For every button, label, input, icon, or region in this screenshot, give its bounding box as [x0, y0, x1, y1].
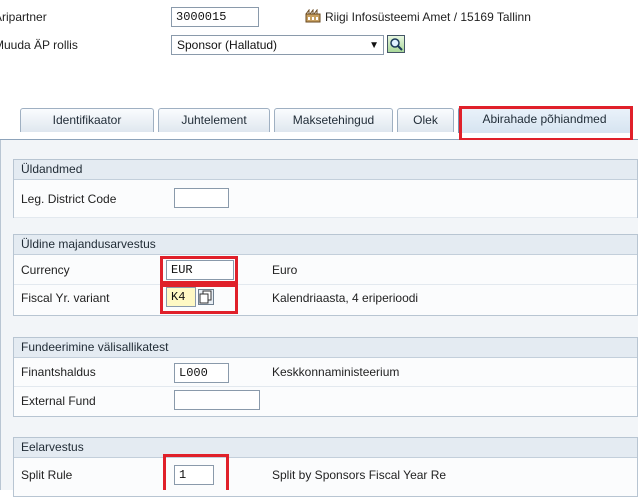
section-title: Eelarvestus: [14, 438, 637, 458]
section-title: Fundeerimine välisallikatest: [14, 338, 637, 358]
fiscal-row: Fiscal Yr. variant K4 Kalendriaasta, 4 e…: [14, 284, 637, 315]
role-value: Sponsor (Hallatud): [177, 38, 278, 52]
magnify-icon: [390, 38, 403, 51]
external-fund-row: External Fund: [14, 386, 637, 416]
section-title: Üldine majandusarvestus: [14, 235, 637, 255]
section-finance: Üldine majandusarvestus Currency EUR Eur…: [13, 234, 638, 316]
building-icon: [305, 8, 321, 23]
tab-juhtelement[interactable]: Juhtelement: [158, 108, 270, 132]
copy-icon[interactable]: [198, 289, 214, 305]
fin-field[interactable]: L000: [174, 363, 229, 383]
tab-maksetehingud[interactable]: Maksetehingud: [274, 108, 393, 132]
split-rule-row: Split Rule 1 Split by Sponsors Fiscal Ye…: [14, 458, 637, 490]
tab-abirahade-pohiandmed[interactable]: Abirahade põhiandmed: [458, 107, 631, 133]
section-title: Üldandmed: [14, 160, 637, 180]
role-label: Muuda ÄP rollis: [0, 38, 78, 52]
fin-text: Keskkonnaministeerium: [272, 365, 400, 379]
role-switch-button[interactable]: [387, 35, 405, 53]
split-rule-label: Split Rule: [21, 468, 73, 482]
section-budget: Eelarvestus Split Rule 1 Split by Sponso…: [13, 437, 638, 497]
currency-label: Currency: [21, 263, 70, 277]
tab-strip: Identifikaator Juhtelement Maksetehingud…: [0, 96, 638, 142]
external-fund-field[interactable]: [174, 390, 260, 410]
fiscal-label: Fiscal Yr. variant: [21, 291, 110, 305]
role-dropdown[interactable]: Sponsor (Hallatud) ▼: [171, 35, 384, 55]
chevron-down-icon[interactable]: ▼: [369, 39, 379, 53]
fin-label: Finantshaldus: [21, 365, 96, 379]
fin-row: Finantshaldus L000 Keskkonnaministeerium: [14, 358, 637, 387]
tab-identifikaator[interactable]: Identifikaator: [20, 108, 154, 132]
district-row: Leg. District Code: [14, 180, 637, 218]
business-partner-field[interactable]: 3000015: [171, 7, 259, 27]
tab-olek[interactable]: Olek: [397, 108, 454, 132]
split-rule-text: Split by Sponsors Fiscal Year Re: [272, 468, 447, 482]
fiscal-text: Kalendriaasta, 4 eriperioodi: [272, 291, 419, 305]
fiscal-variant-field[interactable]: K4: [166, 287, 196, 307]
currency-text: Euro: [272, 263, 298, 277]
external-fund-label: External Fund: [21, 394, 96, 408]
section-funding: Fundeerimine välisallikatest Finantshald…: [13, 337, 638, 417]
split-rule-field[interactable]: 1: [174, 465, 214, 485]
currency-field[interactable]: EUR: [166, 260, 234, 280]
partner-description: Riigi Infosüsteemi Amet / 15169 Tallinn: [325, 10, 531, 24]
business-partner-label: Äripartner: [0, 10, 47, 24]
district-field[interactable]: [174, 188, 229, 208]
section-general: Üldandmed Leg. District Code: [13, 159, 638, 218]
district-label: Leg. District Code: [21, 192, 117, 206]
currency-row: Currency EUR Euro: [14, 255, 637, 285]
